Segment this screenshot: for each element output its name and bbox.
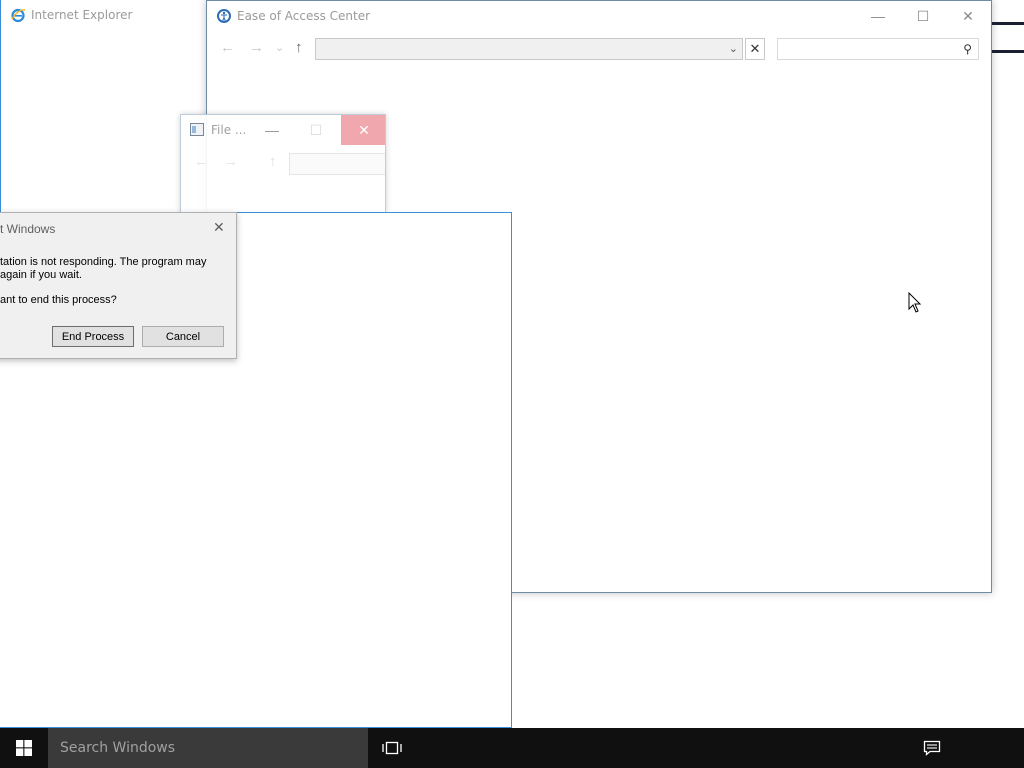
action-center-button[interactable]: [920, 728, 944, 768]
address-bar[interactable]: ⌄: [315, 38, 743, 60]
taskbar: Search Windows: [0, 728, 1024, 768]
dialog-message-line1: tation is not responding. The program ma…: [0, 256, 207, 268]
file-explorer-window: File ... — ☐ ✕ ← → ↑: [180, 114, 386, 214]
up-arrow-icon[interactable]: ↑: [295, 39, 303, 56]
search-input[interactable]: ⚲: [777, 38, 979, 60]
taskbar-search-box[interactable]: Search Windows: [48, 728, 368, 768]
dialog-close-icon[interactable]: ✕: [213, 219, 225, 236]
chevron-down-icon[interactable]: ⌄: [729, 42, 738, 55]
fe-back-arrow-icon[interactable]: ←: [194, 153, 209, 170]
background-stripe: [992, 22, 1024, 25]
dialog-title: t Windows: [0, 222, 56, 236]
taskbar-search-placeholder: Search Windows: [60, 740, 176, 756]
task-view-icon: [382, 741, 402, 755]
ie-title: Internet Explorer: [31, 8, 133, 22]
fe-forward-arrow-icon[interactable]: →: [223, 153, 238, 170]
end-program-dialog: t Windows ✕ tation is not responding. Th…: [0, 212, 237, 359]
close-button[interactable]: ✕: [945, 1, 991, 31]
fe-close-button[interactable]: ✕: [341, 115, 385, 145]
fe-maximize-button[interactable]: ☐: [293, 115, 339, 145]
background-stripe: [992, 50, 1024, 53]
fe-address-bar[interactable]: [289, 153, 385, 175]
ease-of-access-icon: [217, 9, 231, 23]
ie-icon: [11, 8, 26, 23]
fe-minimize-button[interactable]: —: [249, 115, 295, 145]
ease-title-bar[interactable]: Ease of Access Center — ☐ ✕: [207, 1, 991, 31]
forward-arrow-icon[interactable]: →: [249, 39, 264, 56]
mouse-cursor-icon: [908, 292, 922, 313]
start-button[interactable]: [0, 728, 48, 768]
recent-locations-chevron-icon[interactable]: ⌄: [275, 41, 284, 54]
maximize-button[interactable]: ☐: [900, 1, 946, 31]
minimize-button[interactable]: —: [855, 1, 901, 31]
search-icon[interactable]: ⚲: [963, 42, 972, 56]
task-view-button[interactable]: [380, 728, 404, 768]
back-arrow-icon[interactable]: ←: [220, 39, 235, 56]
file-explorer-title: File ...: [211, 123, 247, 137]
ease-title: Ease of Access Center: [237, 9, 371, 23]
file-explorer-icon: [190, 123, 204, 136]
end-process-button[interactable]: End Process: [52, 326, 134, 347]
cancel-button[interactable]: Cancel: [142, 326, 224, 347]
dialog-message-line2: again if you wait.: [0, 269, 82, 281]
address-clear-icon[interactable]: ✕: [745, 38, 765, 60]
windows-logo-icon: [16, 740, 32, 756]
fe-up-arrow-icon[interactable]: ↑: [269, 153, 277, 170]
dialog-question: ant to end this process?: [0, 294, 117, 306]
ie-title-bar[interactable]: Internet Explorer: [1, 0, 210, 30]
action-center-icon: [923, 740, 941, 756]
file-explorer-title-bar[interactable]: File ... — ☐ ✕: [181, 115, 385, 145]
